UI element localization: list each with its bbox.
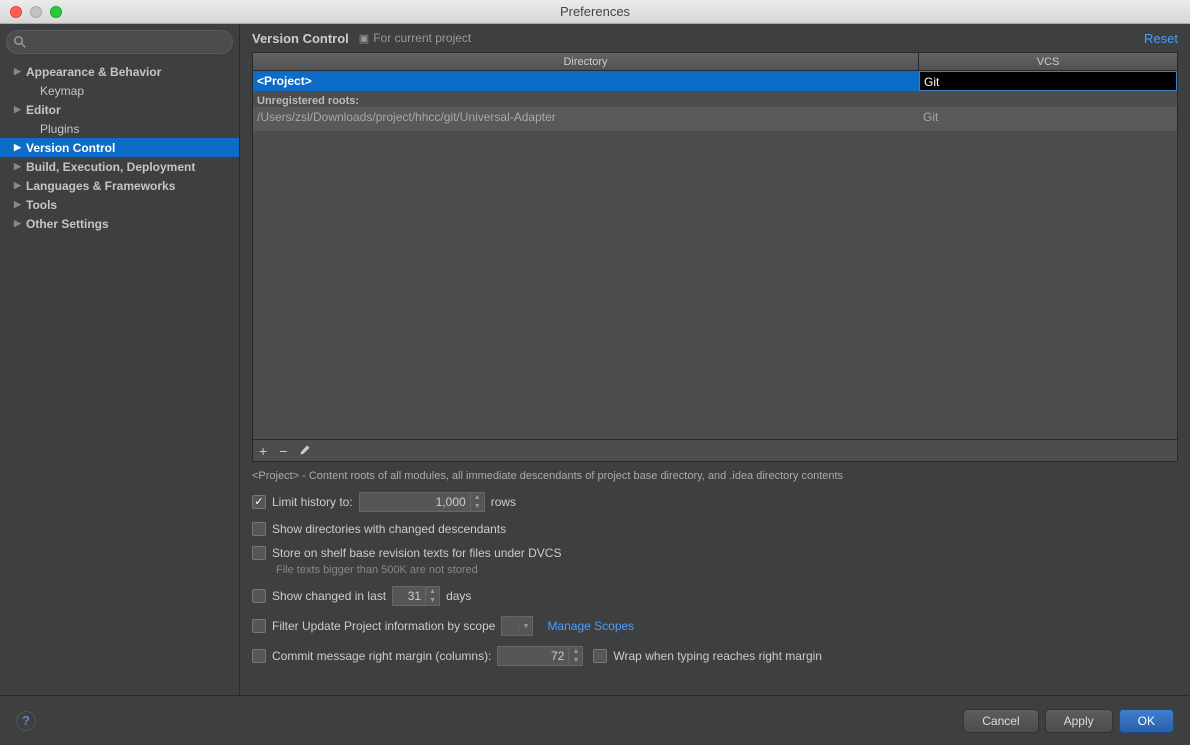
- settings-tree: ▶Appearance & Behavior Keymap ▶Editor Pl…: [0, 60, 239, 695]
- sidebar-item-plugins[interactable]: Plugins: [0, 119, 239, 138]
- column-header-vcs[interactable]: VCS: [919, 53, 1177, 70]
- page-subtitle: For current project: [373, 31, 471, 45]
- option-label: Limit history to:: [272, 495, 353, 509]
- search-icon: [14, 36, 26, 48]
- table-empty-area: [253, 131, 1177, 439]
- show-changed-input[interactable]: [393, 587, 425, 605]
- store-shelf-checkbox[interactable]: [252, 546, 266, 560]
- column-header-directory[interactable]: Directory: [253, 53, 919, 70]
- sidebar-item-keymap[interactable]: Keymap: [0, 81, 239, 100]
- option-sublabel: File texts bigger than 500K are not stor…: [276, 564, 478, 576]
- vcs-select[interactable]: Git: [919, 71, 1177, 91]
- project-description: <Project> - Content roots of all modules…: [252, 470, 1178, 482]
- limit-history-checkbox[interactable]: [252, 495, 266, 509]
- manage-scopes-link[interactable]: Manage Scopes: [547, 619, 634, 633]
- option-label: Filter Update Project information by sco…: [272, 619, 495, 633]
- scope-select[interactable]: ▼: [501, 616, 533, 636]
- option-label: Show directories with changed descendant…: [272, 522, 506, 536]
- close-icon[interactable]: [10, 6, 22, 18]
- sidebar-item-label: Languages & Frameworks: [26, 179, 175, 193]
- sidebar-item-label: Editor: [26, 103, 61, 117]
- sidebar-item-label: Version Control: [26, 141, 115, 155]
- maximize-icon[interactable]: [50, 6, 62, 18]
- table-row[interactable]: /Users/zsl/Downloads/project/hhcc/git/Un…: [253, 107, 1177, 131]
- footer: ? Cancel Apply OK: [0, 695, 1190, 745]
- option-store-shelf-sub: File texts bigger than 500K are not stor…: [276, 564, 1178, 576]
- show-changed-checkbox[interactable]: [252, 589, 266, 603]
- table-row[interactable]: <Project> Git: [253, 71, 1177, 91]
- spinner-down-icon[interactable]: ▼: [426, 596, 439, 605]
- window-title: Preferences: [560, 4, 630, 19]
- minimize-icon[interactable]: [30, 6, 42, 18]
- sidebar-item-label: Appearance & Behavior: [26, 65, 161, 79]
- sidebar-item-label: Keymap: [40, 84, 84, 98]
- limit-history-input[interactable]: [360, 493, 470, 511]
- options-panel: Limit history to: ▲▼ rows Show directori…: [252, 492, 1178, 666]
- option-label: Show changed in last: [272, 589, 386, 603]
- titlebar: Preferences: [0, 0, 1190, 24]
- cancel-button[interactable]: Cancel: [963, 709, 1038, 733]
- vcs-cell: Git: [919, 107, 1177, 131]
- project-scope-icon: ▣: [359, 32, 369, 45]
- commit-margin-checkbox[interactable]: [252, 649, 266, 663]
- commit-margin-spinner[interactable]: ▲▼: [497, 646, 583, 666]
- commit-margin-input[interactable]: [498, 647, 568, 665]
- search-input[interactable]: [6, 30, 233, 54]
- breadcrumb: Version Control ▣ For current project Re…: [240, 24, 1190, 52]
- limit-history-spinner[interactable]: ▲▼: [359, 492, 485, 512]
- spinner-up-icon[interactable]: ▲: [426, 587, 439, 596]
- table-header: Directory VCS: [253, 53, 1177, 71]
- filter-update-checkbox[interactable]: [252, 619, 266, 633]
- option-label: Store on shelf base revision texts for f…: [272, 546, 561, 560]
- spinner-down-icon[interactable]: ▼: [569, 656, 582, 665]
- table-toolbar: + −: [253, 439, 1177, 461]
- show-changed-spinner[interactable]: ▲▼: [392, 586, 440, 606]
- wrap-checkbox[interactable]: [593, 649, 607, 663]
- edit-icon[interactable]: [299, 443, 311, 459]
- option-show-directories: Show directories with changed descendant…: [252, 522, 1178, 536]
- help-button[interactable]: ?: [16, 711, 36, 731]
- option-store-shelf: Store on shelf base revision texts for f…: [252, 546, 1178, 560]
- ok-button[interactable]: OK: [1119, 709, 1174, 733]
- remove-icon[interactable]: −: [279, 443, 287, 459]
- spinner-down-icon[interactable]: ▼: [471, 502, 484, 511]
- sidebar-item-label: Other Settings: [26, 217, 109, 231]
- option-label: Wrap when typing reaches right margin: [613, 649, 822, 663]
- sidebar-item-version-control[interactable]: ▶Version Control: [0, 138, 239, 157]
- apply-button[interactable]: Apply: [1045, 709, 1113, 733]
- traffic-lights: [10, 6, 62, 18]
- spinner-up-icon[interactable]: ▲: [471, 493, 484, 502]
- sidebar-item-tools[interactable]: ▶Tools: [0, 195, 239, 214]
- reset-link[interactable]: Reset: [1144, 31, 1178, 46]
- option-show-changed: Show changed in last ▲▼ days: [252, 586, 1178, 606]
- sidebar: ▶Appearance & Behavior Keymap ▶Editor Pl…: [0, 24, 240, 695]
- option-label: days: [446, 589, 471, 603]
- option-filter-update: Filter Update Project information by sco…: [252, 616, 1178, 636]
- option-label: rows: [491, 495, 516, 509]
- sidebar-item-label: Build, Execution, Deployment: [26, 160, 195, 174]
- unregistered-roots-label: Unregistered roots:: [253, 91, 1177, 107]
- option-label: Commit message right margin (columns):: [272, 649, 491, 663]
- add-icon[interactable]: +: [259, 443, 267, 459]
- spinner-up-icon[interactable]: ▲: [569, 647, 582, 656]
- directory-cell: /Users/zsl/Downloads/project/hhcc/git/Un…: [253, 107, 919, 131]
- sidebar-item-label: Tools: [26, 198, 57, 212]
- sidebar-item-build[interactable]: ▶Build, Execution, Deployment: [0, 157, 239, 176]
- directory-cell: <Project>: [253, 71, 919, 91]
- content-panel: Version Control ▣ For current project Re…: [240, 24, 1190, 695]
- sidebar-item-appearance[interactable]: ▶Appearance & Behavior: [0, 62, 239, 81]
- sidebar-item-editor[interactable]: ▶Editor: [0, 100, 239, 119]
- option-commit-margin: Commit message right margin (columns): ▲…: [252, 646, 1178, 666]
- chevron-down-icon: ▼: [518, 623, 532, 630]
- show-directories-checkbox[interactable]: [252, 522, 266, 536]
- vcs-roots-table: Directory VCS <Project> Git Unregistered…: [252, 52, 1178, 462]
- sidebar-item-other[interactable]: ▶Other Settings: [0, 214, 239, 233]
- sidebar-item-languages[interactable]: ▶Languages & Frameworks: [0, 176, 239, 195]
- option-limit-history: Limit history to: ▲▼ rows: [252, 492, 1178, 512]
- sidebar-item-label: Plugins: [40, 122, 79, 136]
- page-title: Version Control: [252, 31, 349, 46]
